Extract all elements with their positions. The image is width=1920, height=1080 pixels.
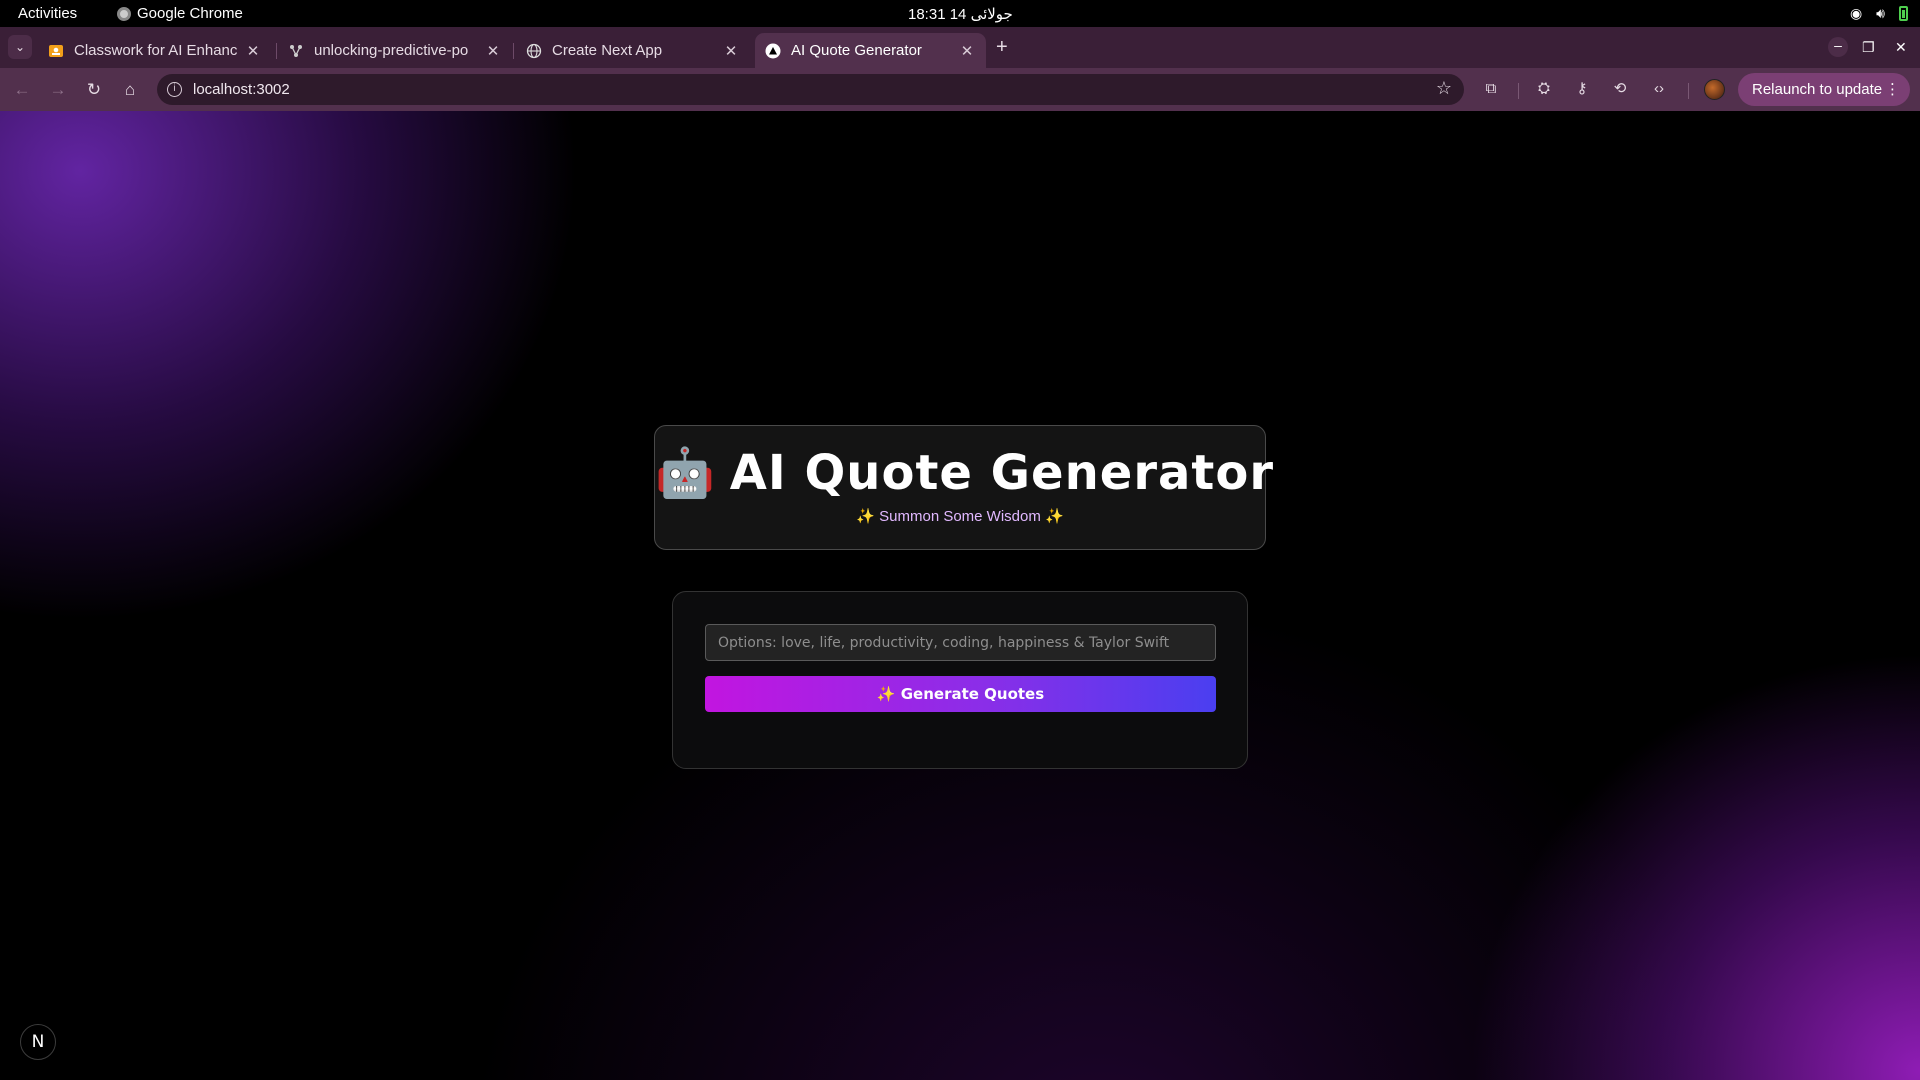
close-icon[interactable]: ✕ <box>484 42 502 60</box>
page-subtitle: ✨ Summon Some Wisdom ✨ <box>856 508 1064 525</box>
page-title-text: AI Quote Generator <box>729 445 1274 501</box>
password-key-icon[interactable]: ⚷ <box>1572 79 1592 99</box>
page-viewport: 🤖 AI Quote Generator ✨ Summon Some Wisdom… <box>0 111 1920 1080</box>
tab-divider <box>276 43 277 59</box>
nextjs-dev-indicator[interactable]: N <box>20 1024 56 1060</box>
extensions-icon[interactable]: ⧉ <box>1481 79 1501 99</box>
window-close-icon[interactable]: ✕ <box>1895 39 1907 56</box>
tab-divider <box>513 43 514 59</box>
browser-toolbar: ← → ↻ ⌂ i localhost:3002 ☆ ⧉ ⛭ ⚷ ⟲ ‹› Re… <box>0 68 1920 111</box>
app-menu[interactable]: Google Chrome <box>117 5 243 22</box>
header-card: 🤖 AI Quote Generator ✨ Summon Some Wisdom… <box>654 425 1273 550</box>
reload-button[interactable]: ↻ <box>83 79 105 101</box>
activities-button[interactable]: Activities <box>18 5 77 22</box>
classroom-icon <box>49 44 63 57</box>
system-tray[interactable]: ◉ 🔊︎ <box>1850 5 1908 22</box>
bookmark-star-icon[interactable]: ☆ <box>1436 78 1452 99</box>
git-icon <box>290 44 302 57</box>
tab-strip: ⌄ Classwork for AI Enhanc ✕ unlocking-pr… <box>0 27 1920 68</box>
system-top-bar: Activities Google Chrome 18:31 14 جولائی… <box>0 0 1920 27</box>
back-button[interactable]: ← <box>11 79 33 101</box>
tab-classwork[interactable]: Classwork for AI Enhanc ✕ <box>38 33 272 68</box>
globe-icon <box>526 43 542 58</box>
vercel-triangle-icon <box>765 43 781 58</box>
devtools-icon[interactable]: ‹› <box>1649 79 1669 99</box>
incognito-icon[interactable]: ⛭ <box>1534 79 1554 99</box>
relaunch-label: Relaunch to update <box>1752 81 1883 98</box>
wifi-icon: ◉ <box>1849 5 1863 21</box>
restore-icon[interactable]: ❐ <box>1862 39 1875 56</box>
tab-search-button[interactable]: ⌄ <box>8 35 32 59</box>
tab-create-next-app[interactable]: Create Next App ✕ <box>516 33 750 68</box>
topic-input[interactable] <box>705 624 1216 661</box>
relaunch-button[interactable]: Relaunch to update ⋮ <box>1738 73 1910 106</box>
home-button[interactable]: ⌂ <box>119 79 141 101</box>
close-icon[interactable]: ✕ <box>722 42 740 60</box>
forward-button[interactable]: → <box>47 79 69 101</box>
tab-title: Classwork for AI Enhanc <box>74 42 238 59</box>
tab-title: AI Quote Generator <box>791 42 922 59</box>
history-icon[interactable]: ⟲ <box>1610 79 1630 99</box>
clock[interactable]: 18:31 14 جولائی <box>908 5 1013 23</box>
battery-icon <box>1899 6 1908 21</box>
more-menu-icon[interactable]: ⋮ <box>1885 73 1900 106</box>
close-icon[interactable]: ✕ <box>958 42 976 60</box>
url-text: localhost:3002 <box>193 81 290 98</box>
minimize-icon[interactable]: – <box>1828 37 1848 57</box>
quote-form: ✨ Generate Quotes <box>672 591 1248 769</box>
generate-quotes-button[interactable]: ✨ Generate Quotes <box>705 676 1216 712</box>
app-name: Google Chrome <box>137 5 243 22</box>
tab-unlocking-predictive[interactable]: unlocking-predictive-po ✕ <box>278 33 512 68</box>
toolbar-divider <box>1518 83 1519 99</box>
tab-title: Create Next App <box>552 42 663 59</box>
tab-ai-quote-generator[interactable]: AI Quote Generator ✕ <box>755 33 986 68</box>
robot-icon: 🤖 <box>655 445 716 501</box>
volume-icon: 🔊︎ <box>1876 5 1885 21</box>
address-bar[interactable]: i localhost:3002 ☆ <box>157 74 1464 105</box>
site-info-icon[interactable]: i <box>167 82 182 97</box>
close-icon[interactable]: ✕ <box>244 42 262 60</box>
toolbar-divider <box>1688 83 1689 99</box>
new-tab-button[interactable]: + <box>996 37 1008 57</box>
page-title: 🤖 AI Quote Generator <box>655 444 1273 501</box>
chrome-icon <box>117 6 131 21</box>
tab-title: unlocking-predictive-po <box>314 42 469 59</box>
profile-avatar[interactable] <box>1704 79 1725 100</box>
